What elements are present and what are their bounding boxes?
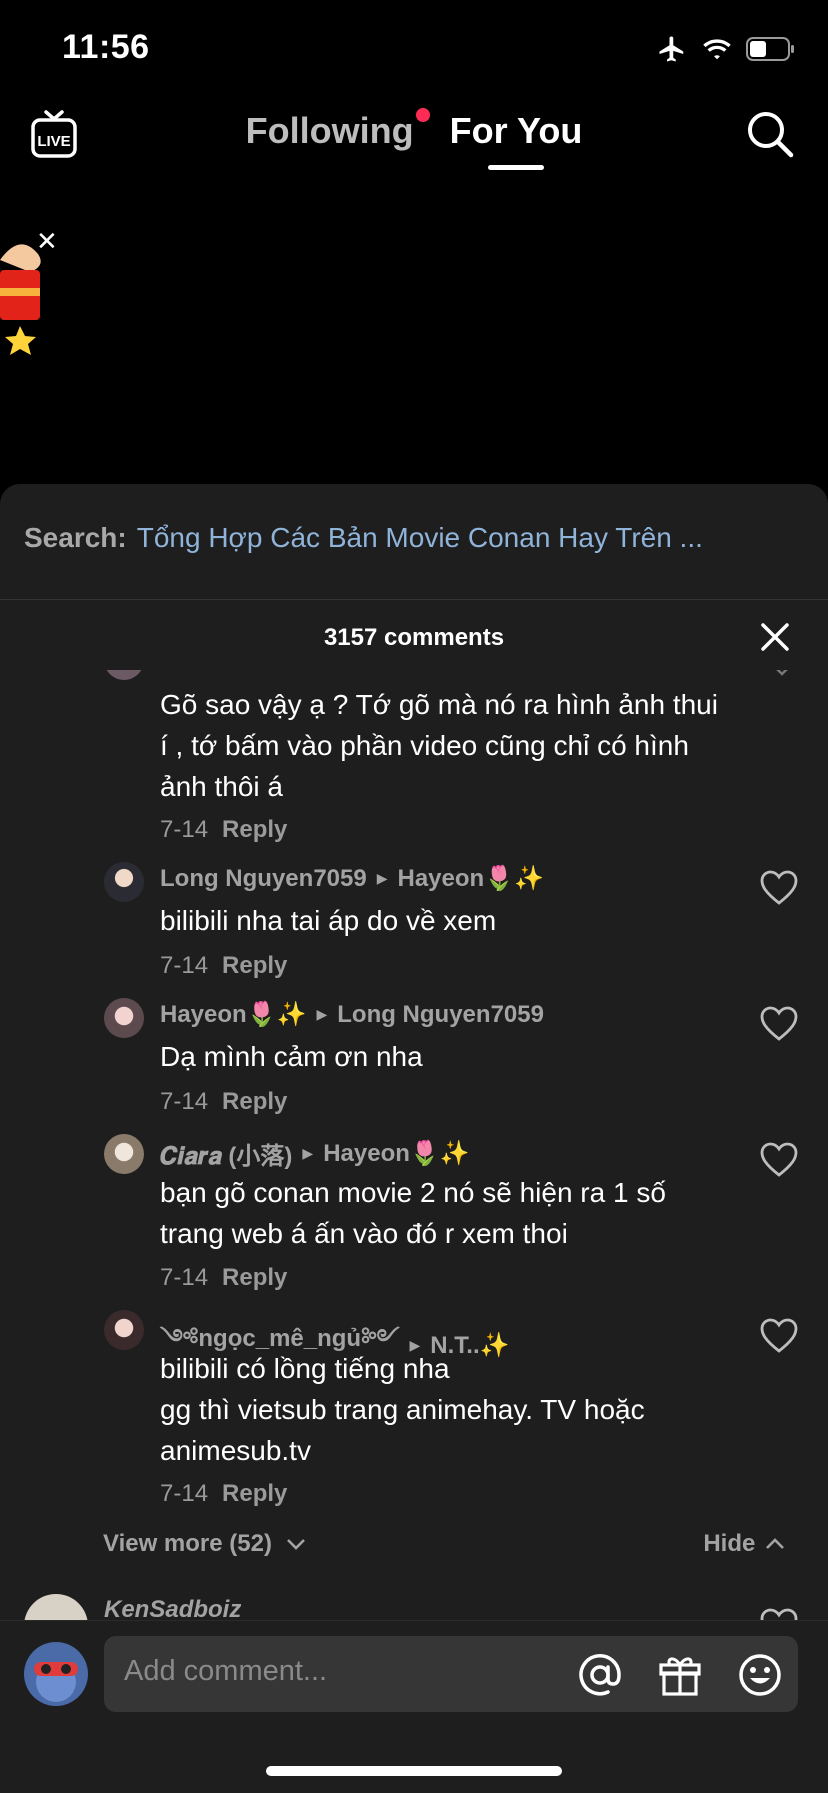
- avatar[interactable]: [104, 1134, 144, 1174]
- smiley-icon: [739, 1654, 781, 1696]
- avatar[interactable]: [104, 1310, 144, 1350]
- battery-icon: [746, 37, 794, 61]
- tab-for-you-label: For You: [449, 110, 583, 151]
- home-indicator: [266, 1766, 562, 1776]
- view-more-label: View more (52): [103, 1530, 272, 1557]
- user-avatar-icon: [24, 1642, 88, 1706]
- reply-to-user[interactable]: Hayeon🌷✨: [398, 864, 544, 893]
- comment-date: 7-14: [160, 816, 209, 843]
- avatar[interactable]: [24, 1594, 88, 1620]
- heart-icon[interactable]: [760, 1318, 798, 1354]
- search-button[interactable]: [746, 110, 794, 158]
- comment-date: 7-14: [160, 1264, 209, 1291]
- comment-author[interactable]: Long Nguyen7059: [160, 865, 367, 893]
- reply-button[interactable]: Reply: [222, 1088, 287, 1115]
- avatar[interactable]: [104, 670, 144, 680]
- search-icon: [748, 112, 794, 158]
- heart-icon[interactable]: [760, 870, 798, 906]
- comment-author[interactable]: Hayeon🌷✨: [160, 1000, 306, 1029]
- status-icons: [656, 32, 796, 66]
- chevron-down-icon: [286, 1539, 305, 1550]
- comment-input-placeholder: Add comment...: [124, 1655, 328, 1687]
- chevron-down-icon: [776, 670, 788, 676]
- comment-author[interactable]: 𝑪𝒊𝒂𝒓𝒂 (小落): [160, 1136, 292, 1171]
- search-label: Search:: [24, 522, 127, 553]
- view-more-replies-button[interactable]: View more (52): [103, 1530, 307, 1558]
- comment-meta: 7-14 Reply: [160, 1264, 287, 1292]
- comment-date: 7-14: [160, 952, 209, 979]
- reply-to-user[interactable]: Long Nguyen7059: [337, 1001, 544, 1029]
- mention-button[interactable]: [578, 1653, 622, 1697]
- reply-arrow-icon: ▶: [302, 1145, 314, 1161]
- search-query-link[interactable]: Tổng Hợp Các Bản Movie Conan Hay Trên ..…: [137, 522, 703, 553]
- gift-icon: [659, 1657, 701, 1696]
- status-time: 11:56: [62, 28, 150, 66]
- emoji-button[interactable]: [738, 1653, 782, 1697]
- comment-meta: 7-14 Reply: [160, 1480, 287, 1508]
- tab-for-you[interactable]: For You: [449, 110, 583, 170]
- reply-arrow-icon: ▶: [316, 1006, 328, 1022]
- comment-text: bạn gõ conan movie 2 nó sẽ hiện ra 1 số …: [160, 1177, 666, 1249]
- at-icon: [579, 1654, 621, 1696]
- comment-author[interactable]: KenSadboiz: [104, 1596, 241, 1620]
- avatar[interactable]: [104, 862, 144, 902]
- tab-following[interactable]: Following: [245, 108, 430, 170]
- notification-dot: [415, 108, 430, 122]
- comment-author-row: Long Nguyen7059 ▶ Hayeon🌷✨: [160, 864, 544, 893]
- heart-icon[interactable]: [760, 1006, 798, 1042]
- reply-button[interactable]: Reply: [222, 952, 287, 979]
- gift-button[interactable]: [658, 1653, 702, 1697]
- related-search[interactable]: Search: Tổng Hợp Các Bản Movie Conan Hay …: [24, 522, 804, 554]
- comment-date: 7-14: [160, 1480, 209, 1507]
- close-icon: [761, 623, 789, 651]
- gift-close-icon[interactable]: ✕: [36, 226, 58, 257]
- reply-arrow-icon: ▶: [376, 870, 388, 886]
- reply-to-user[interactable]: Hayeon🌷✨: [323, 1139, 469, 1168]
- divider: [0, 599, 828, 600]
- comment-text: Gõ sao vậy ạ ? Tớ gõ mà nó ra hình ảnh t…: [160, 689, 718, 802]
- reply-button[interactable]: Reply: [222, 816, 287, 843]
- comment-meta: 7-14 Reply: [160, 816, 287, 844]
- tab-following-label: Following: [245, 110, 414, 151]
- hide-label: Hide: [703, 1530, 756, 1557]
- comment-text: Dạ mình cảm ơn nha: [160, 1041, 423, 1072]
- chevron-up-icon: [766, 1538, 784, 1549]
- heart-icon[interactable]: [760, 1608, 798, 1620]
- comment-author-row: 𝑪𝒊𝒂𝒓𝒂 (小落) ▶ Hayeon🌷✨: [160, 1136, 470, 1171]
- comment-date: 7-14: [160, 1088, 209, 1115]
- avatar[interactable]: [104, 998, 144, 1038]
- comment-text: bilibili nha tai áp do về xem: [160, 905, 497, 936]
- heart-icon[interactable]: [760, 1142, 798, 1178]
- reply-button[interactable]: Reply: [222, 1480, 287, 1507]
- hide-replies-button[interactable]: Hide: [703, 1530, 786, 1558]
- comment-count: 3157 comments: [323, 624, 505, 651]
- top-tabs: Following For You: [0, 108, 828, 170]
- comment-text: bilibili có lồng tiếng nha gg thì vietsu…: [160, 1353, 645, 1466]
- my-avatar[interactable]: [24, 1642, 88, 1706]
- comment-list: Gõ sao vậy ạ ? Tớ gõ mà nó ra hình ảnh t…: [0, 670, 828, 1620]
- comment-meta: 7-14 Reply: [160, 1088, 287, 1116]
- reply-button[interactable]: Reply: [222, 1264, 287, 1291]
- airplane-icon: [659, 36, 684, 62]
- comment-author-row: Hayeon🌷✨ ▶ Long Nguyen7059: [160, 1000, 544, 1029]
- comment-meta: 7-14 Reply: [160, 952, 287, 980]
- close-comments-button[interactable]: [758, 620, 792, 654]
- wifi-icon: [703, 39, 731, 60]
